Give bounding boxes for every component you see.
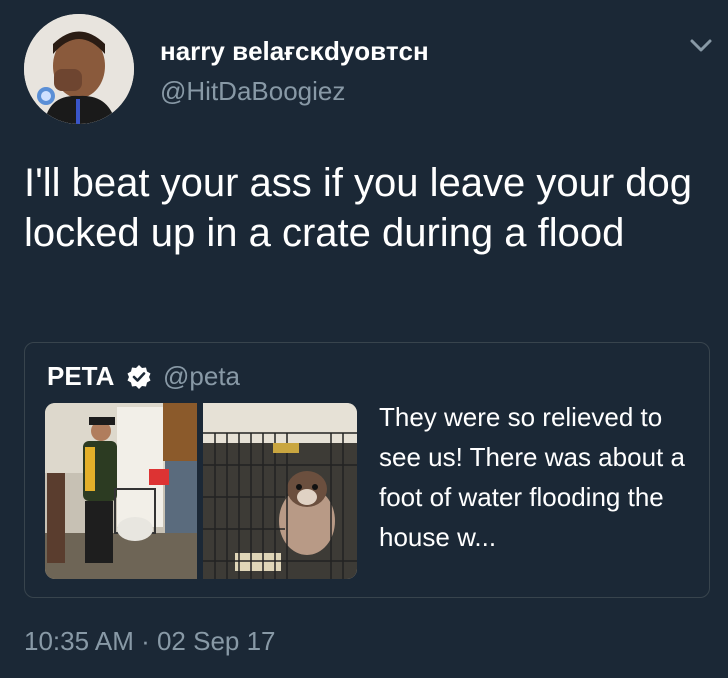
quoted-tweet-text: They were so relieved to see us! There w…: [379, 402, 685, 552]
verified-badge-icon: [125, 363, 153, 391]
chevron-down-icon[interactable]: [686, 30, 716, 60]
author-handle[interactable]: @HitDaBoogiez: [160, 76, 345, 107]
quoted-display-name[interactable]: PETA: [47, 361, 114, 392]
quoted-handle[interactable]: @peta: [163, 361, 240, 392]
tweet-timestamp[interactable]: 10:35 AM · 02 Sep 17: [24, 626, 276, 657]
author-avatar[interactable]: [24, 14, 134, 124]
quoted-media[interactable]: [45, 403, 357, 579]
tweet-text: I'll beat your ass if you leave your dog…: [24, 161, 693, 255]
media-photos: [45, 403, 357, 579]
author-display-name[interactable]: нarry вelaғcĸdyoвтcн: [160, 36, 429, 67]
avatar-photo: [24, 14, 134, 124]
quoted-tweet[interactable]: PETA @peta They were so relieved to see …: [24, 342, 710, 598]
